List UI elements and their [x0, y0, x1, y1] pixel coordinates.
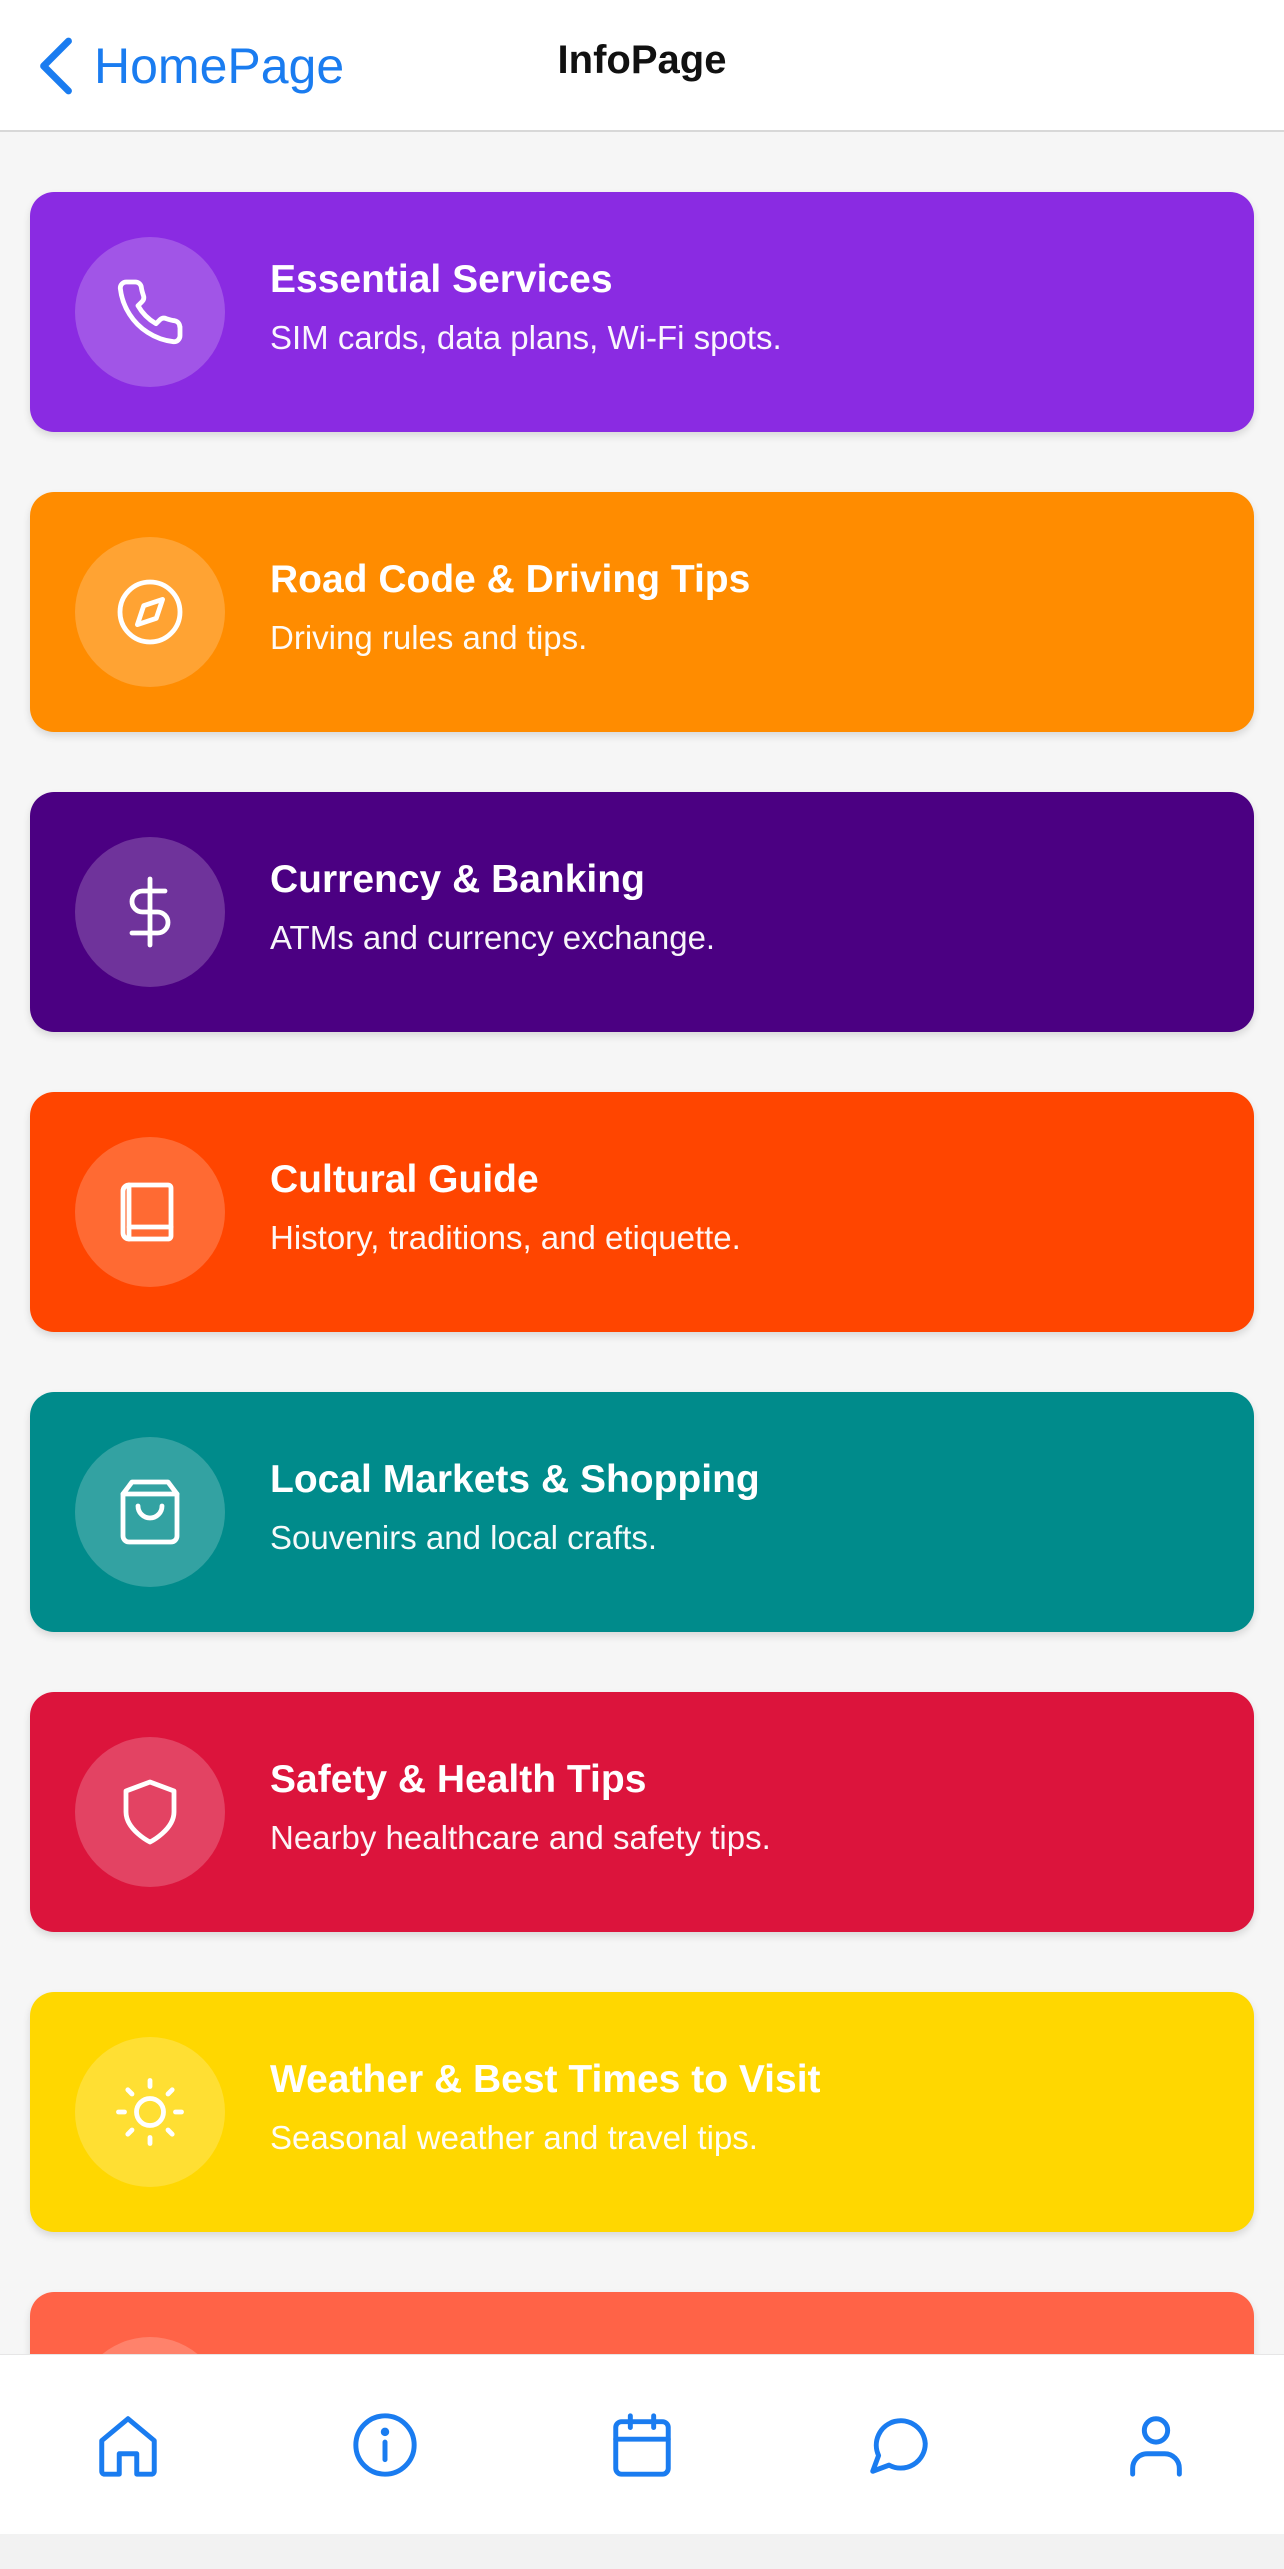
info-card-list: Essential Services SIM cards, data plans…: [30, 192, 1254, 2569]
icon-circle: [75, 1737, 225, 1887]
card-local-markets[interactable]: Local Markets & Shopping Souvenirs and l…: [30, 1392, 1254, 1632]
tab-home[interactable]: [38, 2385, 218, 2505]
icon-circle: [75, 237, 225, 387]
tab-calendar[interactable]: [552, 2385, 732, 2505]
card-subtitle: ATMs and currency exchange.: [270, 919, 716, 956]
icon-circle: [75, 537, 225, 687]
card-title: Local Markets & Shopping: [270, 1458, 760, 1501]
card-currency-banking[interactable]: Currency & Banking ATMs and currency exc…: [30, 792, 1254, 1032]
sun-icon: [116, 2078, 184, 2146]
card-title: Currency & Banking: [270, 858, 645, 901]
card-subtitle: History, traditions, and etiquette.: [270, 1219, 741, 1256]
tab-bar: [0, 2354, 1284, 2534]
info-icon: [353, 2412, 417, 2477]
card-subtitle: Seasonal weather and travel tips.: [270, 2119, 758, 2156]
card-text: Cultural Guide History, traditions, and …: [270, 1156, 741, 1260]
dollar-icon: [129, 876, 171, 948]
card-subtitle: Driving rules and tips.: [270, 619, 588, 656]
card-safety-health[interactable]: Safety & Health Tips Nearby healthcare a…: [30, 1692, 1254, 1932]
card-road-code[interactable]: Road Code & Driving Tips Driving rules a…: [30, 492, 1254, 732]
chat-icon: [870, 2417, 928, 2474]
icon-circle: [75, 837, 225, 987]
card-weather[interactable]: Weather & Best Times to Visit Seasonal w…: [30, 1992, 1254, 2232]
icon-circle: [75, 2037, 225, 2187]
card-title: Essential Services: [270, 258, 613, 301]
home-icon: [99, 2415, 158, 2477]
calendar-icon: [613, 2412, 671, 2477]
card-title: Road Code & Driving Tips: [270, 558, 751, 601]
phone-icon: [117, 279, 183, 345]
icon-circle: [75, 1437, 225, 1587]
card-text: Road Code & Driving Tips Driving rules a…: [270, 556, 750, 660]
card-subtitle: SIM cards, data plans, Wi-Fi spots.: [270, 319, 782, 356]
icon-circle: [75, 1137, 225, 1287]
card-essential-services[interactable]: Essential Services SIM cards, data plans…: [30, 192, 1254, 432]
shopping-bag-icon: [120, 1479, 180, 1545]
card-title: Weather & Best Times to Visit: [270, 2058, 821, 2101]
compass-icon: [117, 579, 183, 645]
card-text: Currency & Banking ATMs and currency exc…: [270, 856, 715, 960]
user-icon: [1129, 2415, 1182, 2477]
card-title: Cultural Guide: [270, 1158, 539, 1201]
card-cultural-guide[interactable]: Cultural Guide History, traditions, and …: [30, 1092, 1254, 1332]
book-icon: [120, 1182, 174, 1242]
header: HomePage InfoPage: [0, 0, 1284, 132]
tab-info[interactable]: [295, 2385, 475, 2505]
card-subtitle: Nearby healthcare and safety tips.: [270, 1819, 771, 1856]
card-text: Local Markets & Shopping Souvenirs and l…: [270, 1456, 760, 1560]
home-indicator-area: [0, 2534, 1284, 2569]
shield-icon: [123, 1779, 177, 1845]
card-text: Safety & Health Tips Nearby healthcare a…: [270, 1756, 771, 1860]
tab-profile[interactable]: [1066, 2385, 1246, 2505]
tab-chat[interactable]: [809, 2385, 989, 2505]
card-title: Safety & Health Tips: [270, 1758, 647, 1801]
card-text: Weather & Best Times to Visit Seasonal w…: [270, 2056, 821, 2160]
page-title: InfoPage: [557, 38, 727, 82]
card-text: Essential Services SIM cards, data plans…: [270, 256, 782, 360]
card-subtitle: Souvenirs and local crafts.: [270, 1519, 658, 1556]
